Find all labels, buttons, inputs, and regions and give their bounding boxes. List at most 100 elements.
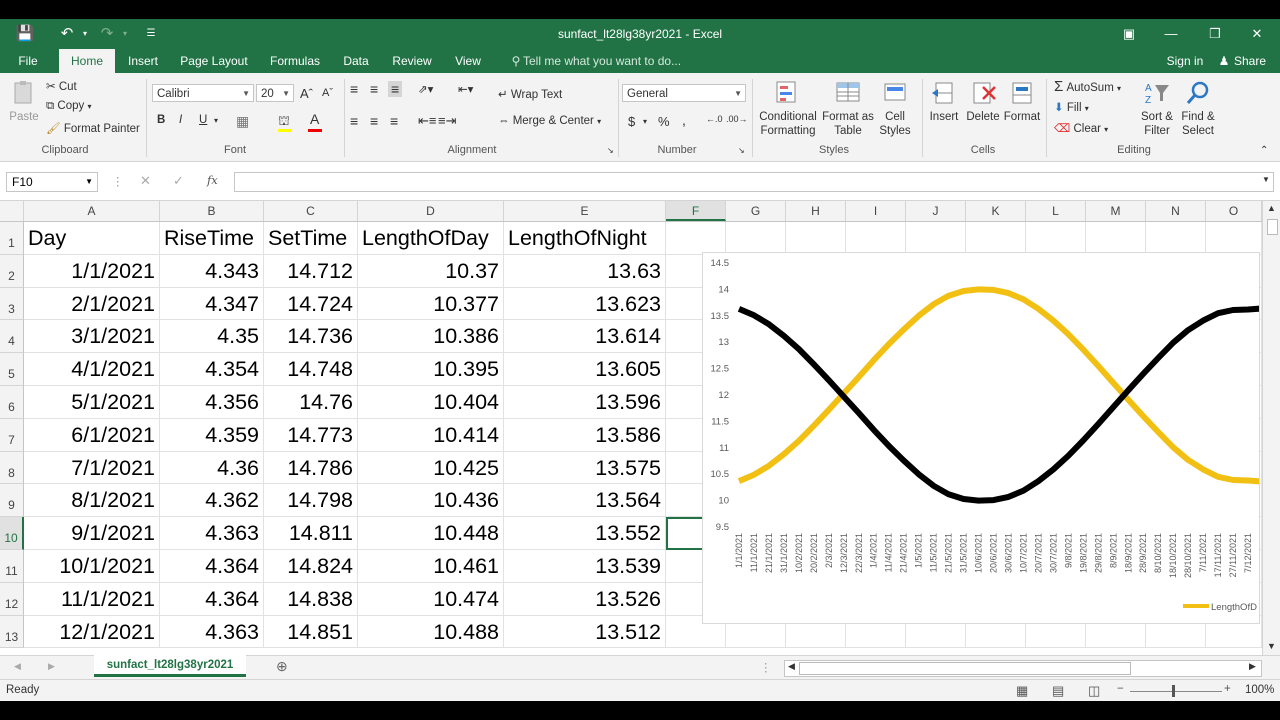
data-cell[interactable]: 10.404 — [358, 386, 504, 419]
empty-cell[interactable] — [966, 222, 1026, 255]
column-header-d[interactable]: D — [358, 201, 504, 221]
decrease-decimal-icon[interactable]: .00→ — [726, 114, 748, 124]
number-format-dropdown[interactable]: General ▼ — [622, 84, 746, 102]
data-cell[interactable]: 14.712 — [264, 254, 358, 288]
decrease-font-icon[interactable]: Aˇ — [322, 87, 333, 99]
horizontal-scroll-thumb[interactable] — [799, 662, 1131, 675]
autosum-button[interactable]: Σ AutoSum ▾ — [1054, 78, 1121, 95]
formula-input[interactable] — [234, 172, 1274, 192]
data-cell[interactable]: 4.362 — [160, 484, 264, 518]
italic-button[interactable]: I — [179, 114, 182, 126]
format-as-table-button[interactable]: Format as Table — [820, 79, 876, 138]
rtl-icon[interactable]: ⇤▾ — [458, 82, 473, 96]
increase-indent-icon[interactable]: ≡⇥ — [438, 113, 456, 129]
vertical-scroll-thumb[interactable] — [1267, 219, 1278, 235]
row-header[interactable]: 9 — [0, 484, 24, 518]
data-cell[interactable]: 14.838 — [264, 582, 358, 616]
insert-function-button[interactable]: fx — [207, 173, 218, 187]
column-header-e[interactable]: E — [504, 201, 666, 221]
empty-cell[interactable] — [1146, 222, 1206, 255]
page-break-view-icon[interactable]: ◫ — [1088, 683, 1100, 699]
tell-me-search[interactable]: Tell me what you want to do... — [523, 49, 683, 73]
data-cell[interactable]: 14.851 — [264, 615, 358, 649]
next-sheet-icon[interactable]: ▶ — [48, 661, 55, 672]
header-cell[interactable]: RiseTime — [160, 222, 264, 255]
column-header-i[interactable]: I — [846, 201, 906, 221]
column-header-m[interactable]: M — [1086, 201, 1146, 221]
zoom-level[interactable]: 100% — [1245, 684, 1274, 696]
data-cell[interactable]: 4.359 — [160, 418, 264, 452]
currency-button[interactable]: $ — [628, 114, 635, 129]
data-cell[interactable]: 1/1/2021 — [24, 254, 160, 288]
sort-filter-button[interactable]: AZ Sort & Filter — [1136, 79, 1178, 138]
row-header[interactable]: 13 — [0, 615, 24, 649]
data-cell[interactable]: 13.552 — [504, 517, 666, 550]
font-size-dropdown[interactable]: 20 ▼ — [256, 84, 294, 102]
empty-cell[interactable] — [786, 222, 846, 255]
data-cell[interactable]: 10.474 — [358, 582, 504, 616]
data-cell[interactable]: 5/1/2021 — [24, 386, 160, 419]
row-header[interactable]: 6 — [0, 386, 24, 419]
tab-formulas[interactable]: Formulas — [264, 49, 326, 73]
data-cell[interactable]: 10.436 — [358, 484, 504, 518]
data-cell[interactable]: 4.35 — [160, 320, 264, 354]
copy-button[interactable]: ⧉ Copy ▾ — [46, 100, 92, 113]
data-cell[interactable]: 10/1/2021 — [24, 550, 160, 583]
zoom-out-icon[interactable]: − — [1117, 683, 1124, 695]
tab-data[interactable]: Data — [336, 49, 376, 73]
empty-cell[interactable] — [906, 222, 966, 255]
data-cell[interactable]: 10.395 — [358, 353, 504, 386]
restore-button[interactable]: ❐ — [1200, 23, 1230, 45]
data-cell[interactable]: 10.37 — [358, 254, 504, 288]
data-cell[interactable]: 8/1/2021 — [24, 484, 160, 518]
close-button[interactable]: ✕ — [1242, 23, 1272, 45]
align-center-icon[interactable]: ≡ — [370, 113, 378, 129]
empty-cell[interactable] — [1206, 222, 1262, 255]
row-header[interactable]: 11 — [0, 550, 24, 583]
zoom-in-icon[interactable]: + — [1224, 683, 1231, 695]
borders-icon[interactable]: ▦ — [236, 113, 249, 130]
comma-button[interactable]: , — [682, 112, 686, 128]
empty-cell[interactable] — [1086, 222, 1146, 255]
data-cell[interactable]: 14.736 — [264, 320, 358, 354]
empty-cell[interactable] — [1026, 222, 1086, 255]
data-cell[interactable]: 14.773 — [264, 418, 358, 452]
column-header-j[interactable]: J — [906, 201, 966, 221]
row-header[interactable]: 3 — [0, 287, 24, 321]
data-cell[interactable]: 10.488 — [358, 615, 504, 649]
data-cell[interactable]: 4.363 — [160, 517, 264, 550]
minimize-button[interactable]: — — [1156, 23, 1186, 45]
collapse-ribbon-icon[interactable]: ⌃ — [1260, 145, 1268, 156]
tab-insert[interactable]: Insert — [120, 49, 166, 73]
paste-button[interactable]: Paste — [8, 79, 40, 124]
merge-center-button[interactable]: ⇔ Merge & Center ▾ — [498, 115, 601, 127]
select-all-corner[interactable] — [0, 201, 24, 221]
row-header[interactable]: 1 — [0, 222, 24, 255]
align-middle-icon[interactable]: ≡ — [370, 81, 378, 97]
series-line-lengthofnight[interactable] — [737, 305, 1264, 504]
delete-cells-button[interactable]: Delete — [964, 79, 1002, 124]
data-cell[interactable]: 10.414 — [358, 418, 504, 452]
data-cell[interactable]: 4.36 — [160, 451, 264, 485]
new-sheet-icon[interactable]: ⊕ — [276, 658, 288, 675]
tab-split-handle[interactable]: ⋮ — [760, 660, 772, 674]
column-header-k[interactable]: K — [966, 201, 1026, 221]
tab-page-layout[interactable]: Page Layout — [176, 49, 252, 73]
column-header-h[interactable]: H — [786, 201, 846, 221]
column-header-f[interactable]: F — [666, 201, 726, 221]
header-cell[interactable]: SetTime — [264, 222, 358, 255]
data-cell[interactable]: 13.586 — [504, 418, 666, 452]
data-cell[interactable]: 4.364 — [160, 550, 264, 583]
column-header-o[interactable]: O — [1206, 201, 1262, 221]
underline-dropdown-icon[interactable]: ▾ — [214, 116, 218, 125]
align-left-icon[interactable]: ≡ — [350, 113, 358, 129]
row-header[interactable]: 10 — [0, 517, 24, 550]
data-cell[interactable]: 13.623 — [504, 287, 666, 321]
header-cell[interactable]: Day — [24, 222, 160, 255]
data-cell[interactable]: 14.786 — [264, 451, 358, 485]
data-cell[interactable]: 4.354 — [160, 353, 264, 386]
empty-cell[interactable] — [726, 222, 786, 255]
data-cell[interactable]: 14.798 — [264, 484, 358, 518]
zoom-slider-track[interactable] — [1130, 691, 1222, 692]
conditional-formatting-button[interactable]: Conditional Formatting — [754, 79, 822, 138]
